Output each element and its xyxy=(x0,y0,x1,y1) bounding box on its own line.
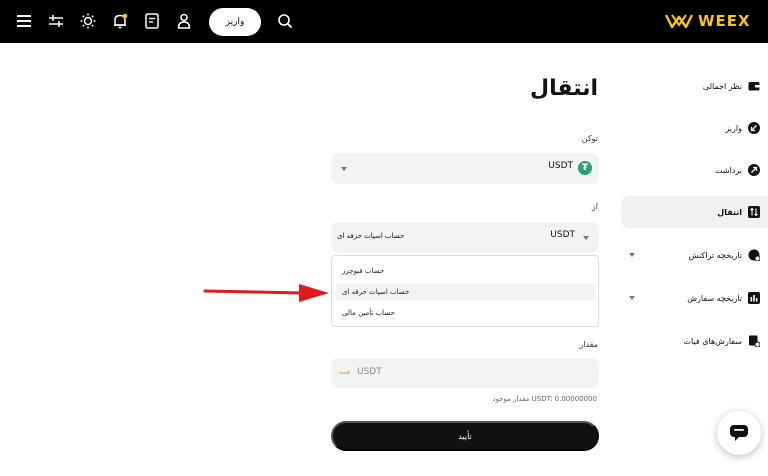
page-title: انتقال xyxy=(530,76,598,101)
orders-icon xyxy=(748,292,760,304)
deposit-icon xyxy=(748,122,760,134)
amount-all-button[interactable]: همه xyxy=(339,368,351,376)
from-coin: USDT xyxy=(550,230,575,240)
filter-icon[interactable] xyxy=(46,11,66,31)
user-profile-icon[interactable] xyxy=(174,11,194,31)
sidebar-item-label: واریز xyxy=(725,123,742,133)
sidebar-item-label: نظر اجمالی xyxy=(702,81,742,91)
available-balance: مقدار موجود USDT: 0.00000000 xyxy=(492,395,597,403)
deposit-button[interactable]: واریز xyxy=(209,8,261,36)
dropdown-option-selected[interactable]: حساب اسپات حرفه ای xyxy=(336,283,596,301)
sidebar-item-withdraw[interactable]: برداشت xyxy=(621,154,768,186)
search-icon[interactable] xyxy=(275,11,295,31)
amount-label: مقدار xyxy=(579,340,598,349)
amount-input[interactable]: همه USDT xyxy=(331,358,599,388)
dropdown-option[interactable]: حساب فیوچرز xyxy=(336,262,596,280)
red-annotation-arrow xyxy=(203,284,329,302)
notification-bell-icon[interactable] xyxy=(110,11,130,31)
sidebar-item-label: برداشت xyxy=(715,165,742,175)
sidebar-item-overview[interactable]: نظر اجمالی xyxy=(621,70,768,102)
sidebar-item-label: انتقال xyxy=(717,207,742,217)
chevron-down-icon xyxy=(341,167,347,171)
fiat-icon xyxy=(748,335,760,347)
wallet-icon xyxy=(748,80,760,92)
weex-logo[interactable]: WEEX xyxy=(664,10,751,32)
dropdown-option[interactable]: حساب تأمین مالی xyxy=(336,304,596,322)
logo-text: WEEX xyxy=(698,12,751,30)
coin-label: توکن xyxy=(581,134,598,143)
sidebar-item-transfer[interactable]: انتقال xyxy=(621,196,768,228)
support-chat-button[interactable] xyxy=(717,411,761,455)
theme-sun-icon[interactable] xyxy=(78,11,98,31)
from-account-name: حساب اسپات حرفه ای xyxy=(337,232,405,240)
top-bar: واریز WEEX xyxy=(0,0,768,43)
account-dropdown: حساب فیوچرز حساب اسپات حرفه ای حساب تأمی… xyxy=(331,255,599,327)
sidebar-item-label: سفارش‌های فیات xyxy=(683,336,742,346)
coin-select[interactable]: ₮ USDT xyxy=(331,153,599,184)
orders-doc-icon[interactable] xyxy=(142,11,162,31)
from-label: از xyxy=(591,202,598,211)
sidebar-item-deposit[interactable]: واریز xyxy=(621,112,768,144)
history-icon xyxy=(748,249,760,261)
tether-icon: ₮ xyxy=(578,161,592,175)
withdraw-icon xyxy=(748,164,760,176)
transfer-icon xyxy=(748,206,760,218)
confirm-button[interactable]: تأیید xyxy=(331,421,599,451)
chevron-down-icon xyxy=(629,296,635,300)
chevron-down-icon xyxy=(629,253,635,257)
amount-placeholder: USDT xyxy=(357,367,382,377)
coin-chevron-down-icon xyxy=(583,236,589,240)
sidebar-item-label: تاریخچه تراکنش xyxy=(688,250,742,260)
from-account-select[interactable]: USDT حساب اسپات حرفه ای xyxy=(331,222,599,253)
menu-icon[interactable] xyxy=(14,11,34,31)
sidebar-item-transaction-history[interactable]: تاریخچه تراکنش xyxy=(621,239,768,271)
coin-value: USDT xyxy=(548,161,573,171)
chat-bubble-icon xyxy=(730,425,748,441)
weex-logo-icon xyxy=(664,14,694,29)
sidebar-item-fiat-orders[interactable]: سفارش‌های فیات xyxy=(621,325,768,357)
sidebar-item-order-history[interactable]: تاریخچه سفارش xyxy=(621,282,768,314)
sidebar-item-label: تاریخچه سفارش xyxy=(687,293,742,303)
